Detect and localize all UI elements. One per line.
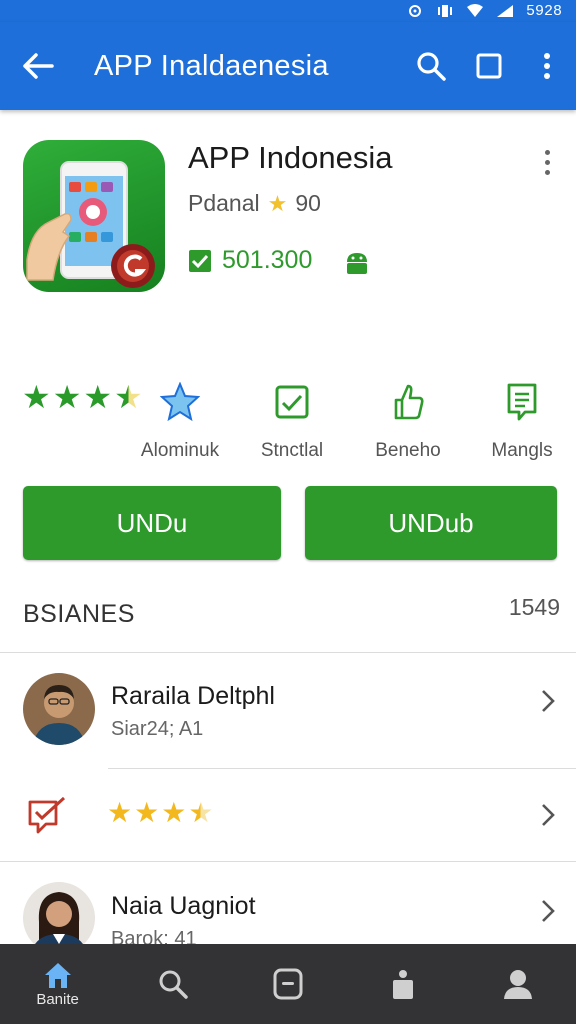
android-icon — [344, 250, 370, 281]
page-title: APP Inaldaenesia — [94, 49, 329, 82]
stat-beneho[interactable]: Beneho — [368, 382, 448, 462]
verified-check-icon — [189, 249, 211, 272]
back-arrow-icon — [23, 53, 54, 79]
install-button-left[interactable]: UNDu — [23, 486, 281, 560]
more-vert-icon — [544, 53, 550, 79]
status-bar: 5928 — [0, 0, 576, 22]
more-options-button[interactable] — [518, 22, 576, 110]
chevron-right-icon — [542, 690, 555, 712]
app-header: APP Indonesia Pdanal ★ 90 501.300 — [0, 110, 576, 340]
stats-row: ★ ★ ★ ★ Alominuk Stnctlal Beneho Mangls — [0, 370, 576, 470]
app-name: APP Indonesia — [188, 140, 393, 175]
nav-profile[interactable] — [461, 944, 576, 1024]
bag-icon — [393, 970, 414, 999]
bottom-nav: Banite — [0, 944, 576, 1024]
nav-bag[interactable] — [346, 944, 461, 1024]
status-time: 5928 — [525, 2, 562, 20]
install-button-right[interactable]: UNDub — [305, 486, 557, 560]
star-icon: ★ — [52, 379, 82, 415]
star-icon: ★ — [134, 797, 160, 828]
star-icon: ★ — [107, 797, 133, 828]
chevron-right-icon — [542, 900, 555, 922]
apps-icon — [273, 968, 303, 1000]
star-icon: ★ — [83, 379, 113, 415]
row-sub: Barok: 41 — [111, 928, 197, 944]
signal-icon — [496, 4, 514, 18]
section-title: BSIANES — [23, 600, 135, 628]
search-icon — [417, 52, 446, 81]
row-name: Naia Uagniot — [111, 892, 256, 920]
developer-rating: 90 — [295, 190, 321, 216]
stat-label: Stnctlal — [260, 440, 324, 461]
row-stars: ★ ★ ★ ★ — [107, 796, 213, 829]
list-item[interactable]: Raraila Deltphl Siar24; A1 — [0, 652, 576, 768]
section-count: 1549 — [508, 594, 560, 620]
half-star-icon: ★ — [114, 379, 143, 415]
stat-stnctlal[interactable]: Stnctlal — [252, 382, 332, 462]
star-badge-icon — [160, 382, 200, 422]
list-item[interactable]: ★ ★ ★ ★ — [0, 768, 576, 862]
nav-apps[interactable] — [230, 944, 345, 1024]
avatar — [23, 673, 95, 745]
star-icon: ★ — [161, 797, 187, 828]
nfc-icon — [406, 4, 424, 18]
app-more-button[interactable] — [532, 144, 562, 180]
half-star-icon: ★ — [188, 797, 214, 828]
document-icon — [507, 383, 537, 421]
nav-home[interactable]: Banite — [0, 944, 115, 1024]
list-item[interactable]: Naia Uagniot Barok: 41 — [0, 862, 576, 944]
star-icon: ★ — [22, 379, 51, 415]
search-button[interactable] — [402, 22, 460, 110]
square-button[interactable] — [460, 22, 518, 110]
back-button[interactable] — [0, 22, 76, 110]
stat-label: Alominuk — [140, 440, 220, 461]
review-check-icon — [28, 796, 66, 834]
star-icon: ★ — [267, 190, 288, 216]
person-icon — [504, 970, 533, 999]
thumb-up-icon — [394, 384, 424, 420]
app-bar: APP Inaldaenesia — [0, 22, 576, 110]
phone-hand-icon — [23, 140, 165, 292]
square-icon — [476, 53, 502, 79]
developer-name: Pdanal — [188, 190, 260, 216]
stat-label: Mangls — [491, 440, 553, 461]
nav-search[interactable] — [115, 944, 230, 1024]
vibrate-icon — [436, 4, 454, 18]
nav-home-label: Banite — [36, 990, 79, 1008]
installs-row: 501.300 — [188, 246, 312, 275]
row-name: Raraila Deltphl — [111, 682, 275, 710]
stat-mangls[interactable]: Mangls — [482, 382, 562, 462]
rating-stars: ★ ★ ★ ★ — [22, 378, 143, 416]
search-icon — [159, 970, 188, 999]
stat-label: Beneho — [375, 440, 441, 461]
home-icon — [44, 962, 71, 988]
avatar — [23, 882, 95, 944]
checkbox-icon — [275, 385, 309, 419]
wifi-icon — [466, 4, 484, 18]
developer-row[interactable]: Pdanal ★ 90 — [188, 190, 321, 217]
row-sub: Siar24; A1 — [111, 718, 204, 740]
chevron-right-icon — [542, 804, 555, 826]
install-count: 501.300 — [222, 246, 313, 274]
stat-alominuk[interactable]: Alominuk — [140, 382, 220, 462]
